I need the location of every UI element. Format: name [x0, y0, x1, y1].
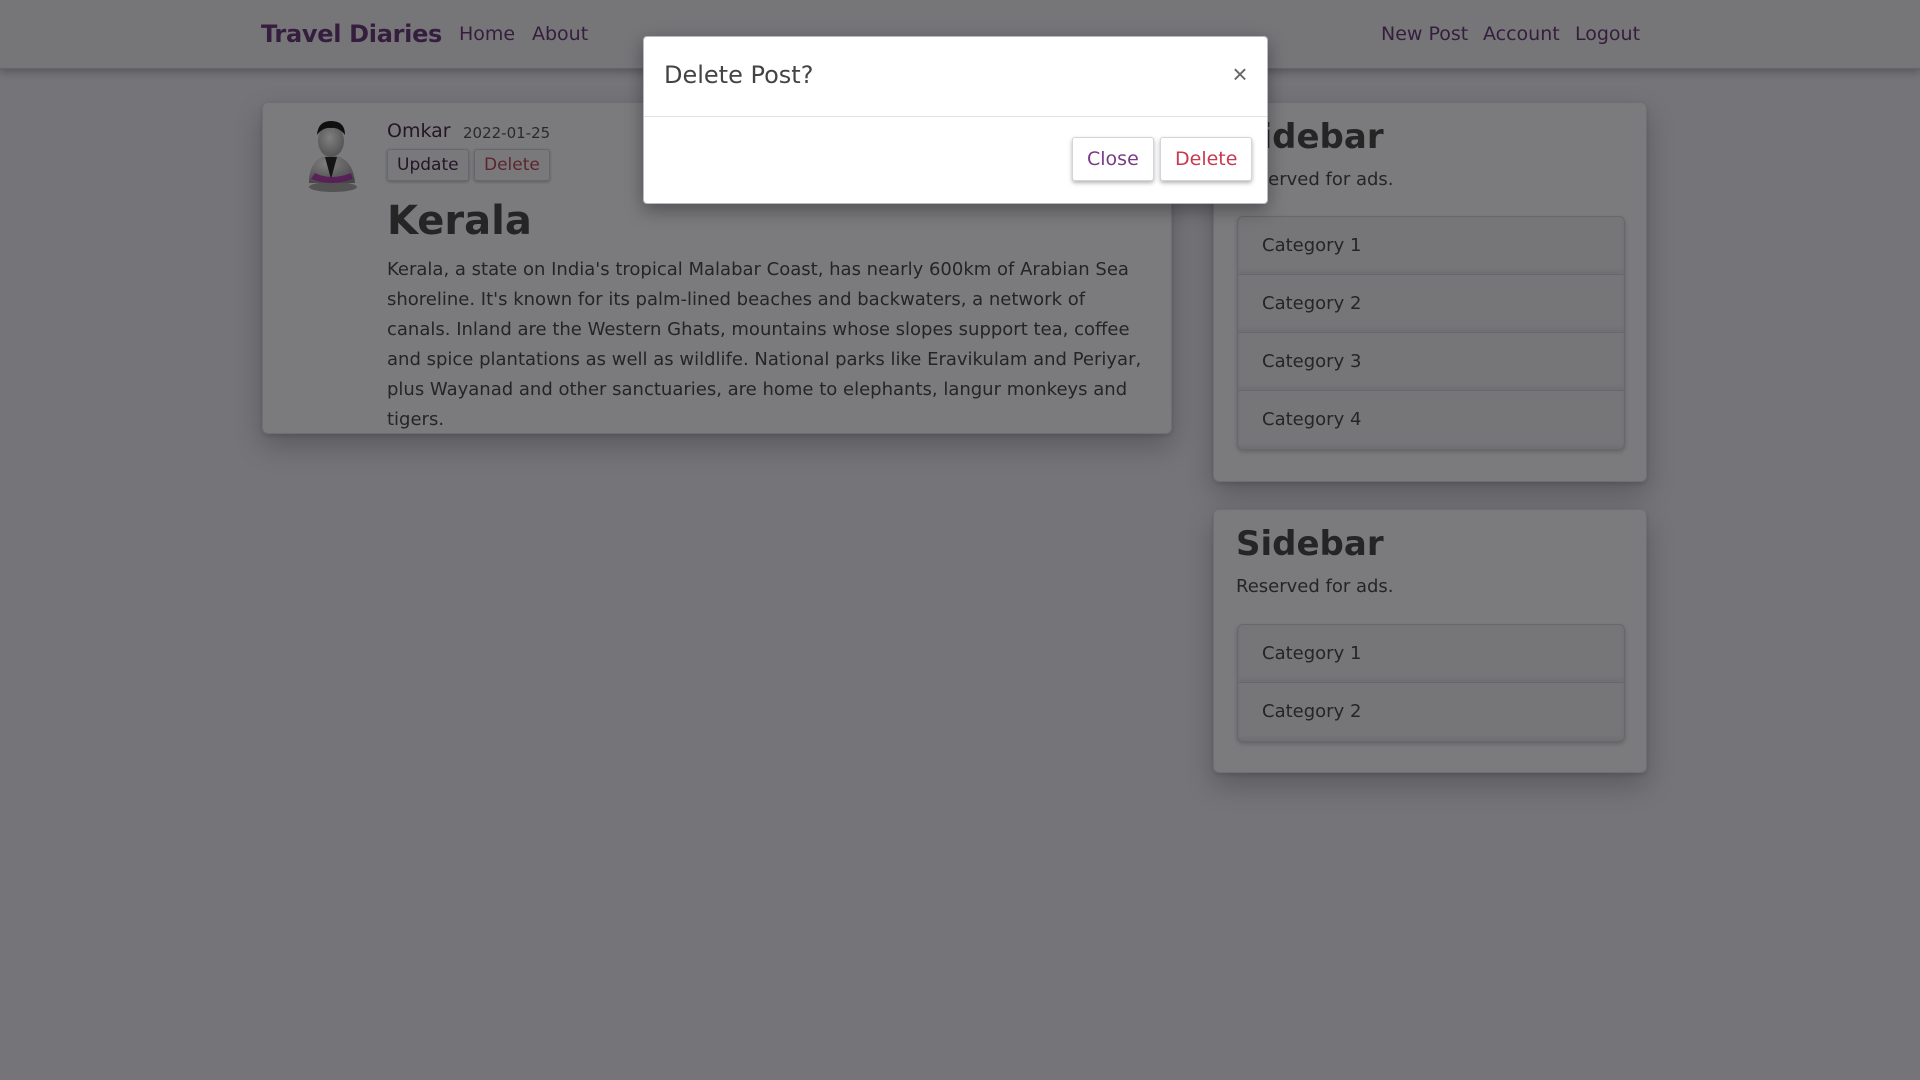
- close-icon[interactable]: ×: [1226, 59, 1254, 89]
- modal-header: Delete Post? ×: [644, 37, 1267, 117]
- modal-delete-button[interactable]: Delete: [1160, 137, 1253, 181]
- modal-title: Delete Post?: [664, 61, 814, 89]
- modal-close-button[interactable]: Close: [1072, 137, 1154, 181]
- delete-post-modal: Delete Post? × Close Delete: [643, 36, 1268, 204]
